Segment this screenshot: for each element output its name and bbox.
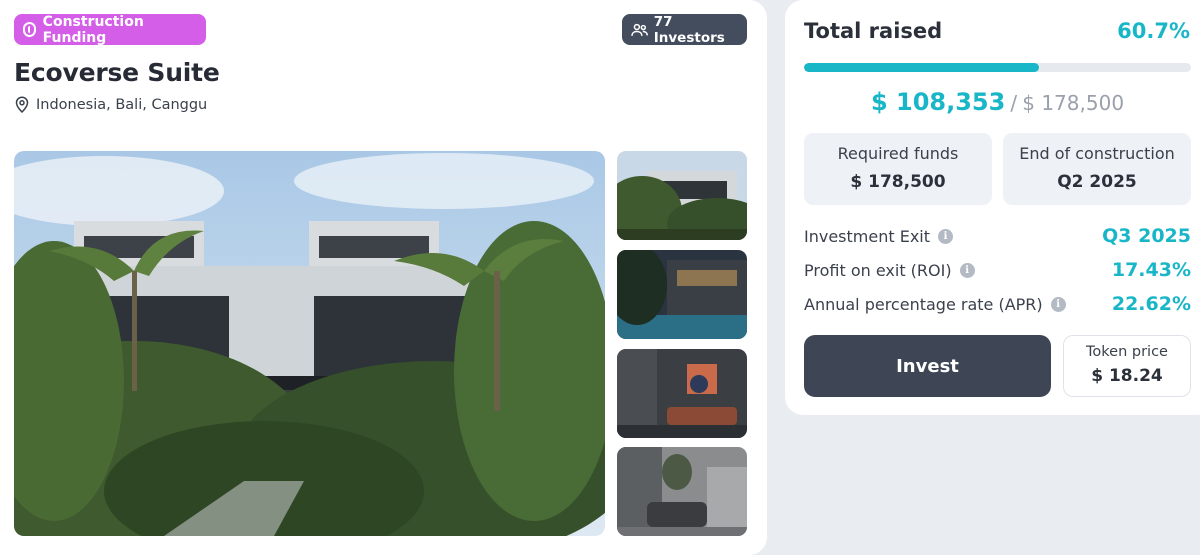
thumbnail-exterior-night[interactable] xyxy=(617,250,747,339)
invest-button[interactable]: Invest xyxy=(804,335,1051,397)
required-funds-box: Required funds $ 178,500 xyxy=(804,133,992,205)
investors-badge: 77 Investors xyxy=(622,13,747,46)
thumbnail-interior[interactable] xyxy=(617,447,747,536)
total-raised-label: Total raised xyxy=(804,19,943,43)
target-amount: $ 178,500 xyxy=(1022,91,1125,115)
total-raised-percent: 60.7% xyxy=(1117,19,1190,43)
stat-value: Q3 2025 xyxy=(1102,225,1191,247)
end-construction-value: Q2 2025 xyxy=(1057,172,1137,192)
main-property-photo[interactable] xyxy=(14,151,605,536)
property-title: Ecoverse Suite xyxy=(14,58,220,87)
map-pin-icon xyxy=(15,96,29,113)
coin-icon xyxy=(23,22,36,37)
stat-value: 17.43% xyxy=(1111,259,1191,281)
token-price-label: Token price xyxy=(1086,344,1168,360)
token-price-box: Token price $ 18.24 xyxy=(1063,335,1191,397)
end-construction-box: End of construction Q2 2025 xyxy=(1003,133,1191,205)
funding-panel: Total raised 60.7% $ 108,353 / $ 178,500… xyxy=(785,0,1200,415)
stat-label: Annual percentage rate (APR) xyxy=(804,294,1043,314)
info-icon[interactable]: i xyxy=(938,228,954,244)
property-location: Indonesia, Bali, Canggu xyxy=(14,96,207,113)
property-card: Construction Funding 77 Investors Ecover… xyxy=(0,0,767,555)
thumbnail-exterior-day[interactable] xyxy=(617,151,747,240)
thumbnail-living-room[interactable] xyxy=(617,349,747,438)
required-funds-label: Required funds xyxy=(837,144,959,163)
stat-investment-exit: Investment Exit i Q3 2025 xyxy=(804,224,1191,248)
users-icon xyxy=(631,23,649,36)
info-icon[interactable]: i xyxy=(959,262,975,278)
funding-progress-bar xyxy=(804,63,1191,72)
category-badge: Construction Funding xyxy=(14,13,206,46)
funding-amounts: $ 108,353 / $ 178,500 xyxy=(804,88,1191,116)
required-funds-value: $ 178,500 xyxy=(850,172,946,192)
stat-label: Profit on exit (ROI) xyxy=(804,260,952,280)
funding-progress-fill xyxy=(804,63,1039,72)
stat-value: 22.62% xyxy=(1111,293,1191,315)
stat-label: Investment Exit xyxy=(804,226,931,246)
raised-amount: $ 108,353 xyxy=(870,88,1006,116)
info-icon[interactable]: i xyxy=(1050,296,1066,312)
category-badge-label: Construction Funding xyxy=(42,13,144,46)
amount-separator: / xyxy=(1010,91,1018,115)
location-label: Indonesia, Bali, Canggu xyxy=(36,96,208,113)
investors-badge-label: 77 Investors xyxy=(653,13,725,46)
end-construction-label: End of construction xyxy=(1019,144,1175,163)
stat-roi: Profit on exit (ROI) i 17.43% xyxy=(804,258,1191,282)
token-price-value: $ 18.24 xyxy=(1091,366,1163,386)
stat-apr: Annual percentage rate (APR) i 22.62% xyxy=(804,292,1191,316)
